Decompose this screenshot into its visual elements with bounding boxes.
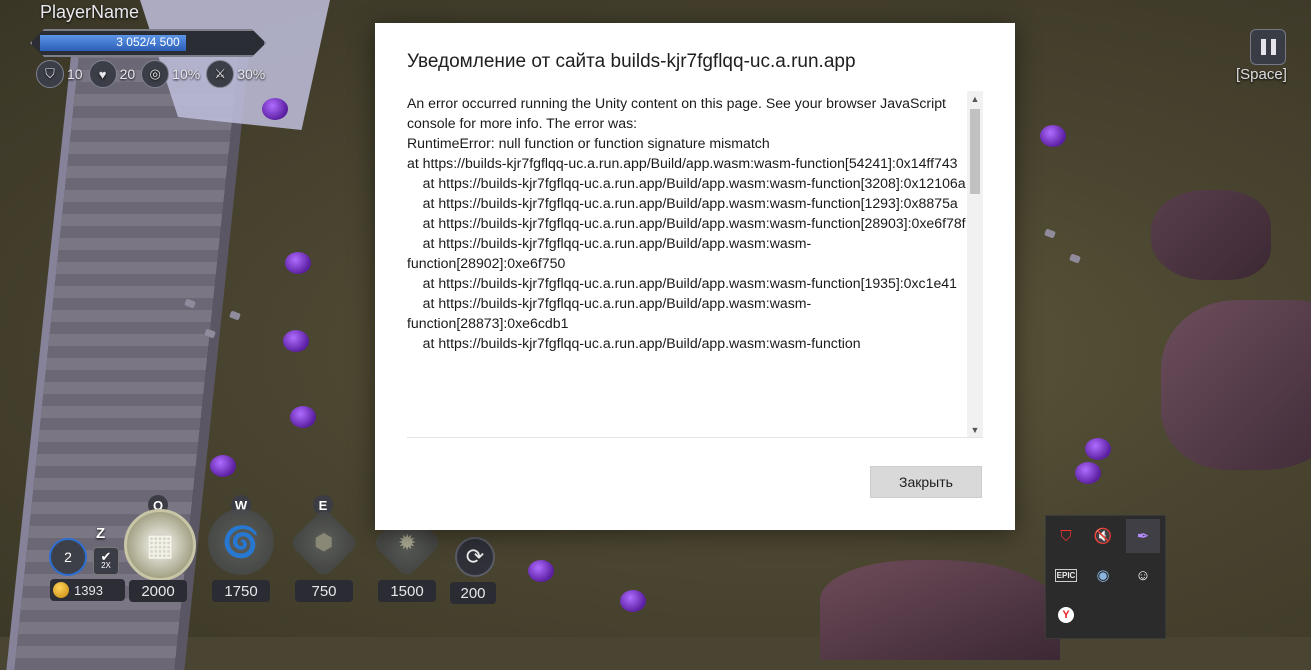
system-tray-overflow: ⛉ 🔇 ✒ EPIC ◉ ☺ Y — [1045, 515, 1166, 639]
dialog-message: An error occurred running the Unity cont… — [407, 95, 966, 351]
heart-icon: ♥ — [88, 60, 117, 88]
purple-bush — [1085, 438, 1111, 460]
feather-app-icon[interactable]: ✒ — [1126, 519, 1160, 553]
purple-bush — [528, 560, 554, 582]
purple-bush — [1040, 125, 1066, 147]
rock — [820, 560, 1060, 660]
health-bar: 3 052/4 500 — [30, 29, 266, 57]
stat-damage: ⚔ 30% — [206, 60, 265, 88]
volume-muted-icon[interactable]: 🔇 — [1086, 519, 1120, 553]
stat-value: 10 — [67, 66, 83, 82]
scroll-down-icon[interactable]: ▼ — [967, 422, 983, 438]
refresh-icon: ⟳ — [465, 544, 485, 569]
crossed-swords-icon: ⚔ — [206, 60, 235, 88]
skill-cost: 1750 — [212, 580, 270, 602]
brick-wall-icon: ▦ — [145, 528, 175, 562]
gold-counter: 1393 — [50, 579, 125, 601]
purple-bush — [285, 252, 311, 274]
purple-bush — [290, 406, 316, 428]
discord-icon[interactable]: ☺ — [1126, 558, 1160, 592]
scroll-up-icon[interactable]: ▲ — [967, 91, 983, 107]
player-name: PlayerName — [40, 2, 140, 22]
bomb-icon: ✹ — [397, 530, 417, 555]
pause-icon — [1260, 39, 1266, 55]
antivirus-icon[interactable]: ⛉ — [1049, 519, 1083, 553]
speed-hotkey: Z — [96, 525, 106, 542]
pebble — [1069, 253, 1081, 264]
steam-icon[interactable]: ◉ — [1086, 558, 1120, 592]
pause-icon-bar — [1270, 39, 1276, 55]
close-button[interactable]: Закрыть — [870, 466, 982, 498]
stat-armor: ⛉ 10 — [36, 60, 83, 88]
stone-wall — [6, 30, 252, 670]
pebble — [1044, 228, 1056, 239]
skill-wall-button[interactable]: ▦ — [124, 509, 196, 581]
yandex-browser-icon[interactable]: Y — [1049, 598, 1083, 632]
skill-cost: 2000 — [129, 580, 187, 602]
site-alert-dialog: Уведомление от сайта builds-kjr7fgflqq-u… — [375, 23, 1015, 530]
reroll-button[interactable]: ⟳ — [455, 537, 495, 577]
message-scrollbar[interactable]: ▲ ▼ — [967, 91, 983, 438]
purple-bush — [210, 455, 236, 477]
rock — [1161, 300, 1311, 470]
pause-button[interactable] — [1250, 29, 1286, 65]
pebble — [229, 310, 241, 321]
purple-bush — [1075, 462, 1101, 484]
skill-cost: 750 — [295, 580, 353, 602]
stat-regen: ♥ 20 — [88, 60, 136, 88]
tower-icon: ⬢ — [314, 530, 334, 555]
stat-value: 30% — [237, 66, 266, 82]
checkmark-icon: ✔ — [100, 549, 112, 564]
wave-counter: 2 — [49, 538, 87, 576]
gold-value: 1393 — [74, 582, 103, 598]
dialog-title: Уведомление от сайта builds-kjr7fgflqq-u… — [407, 51, 856, 72]
divider — [407, 437, 983, 438]
health-text: 3 052/4 500 — [116, 35, 180, 49]
skill-vortex-button[interactable]: 🌀 — [208, 509, 274, 575]
shield-icon: ⛉ — [36, 60, 64, 88]
coin-icon — [53, 582, 69, 598]
pause-hotkey-hint: [Space] — [1236, 66, 1287, 83]
scrollbar-thumb[interactable] — [970, 109, 980, 194]
vortex-icon: 🌀 — [222, 525, 260, 559]
reroll-cost: 200 — [450, 582, 496, 604]
epic-games-icon[interactable]: EPIC — [1049, 558, 1083, 592]
target-icon: ◎ — [141, 60, 170, 88]
stat-value: 20 — [119, 66, 136, 82]
player-stats: ⛉ 10 ♥ 20 ◎ 10% ⚔ 30% — [36, 60, 265, 88]
speed-toggle-button[interactable]: ✔ 2X — [93, 547, 119, 575]
purple-bush — [262, 98, 288, 120]
purple-bush — [283, 330, 309, 352]
dialog-message-area[interactable]: An error occurred running the Unity cont… — [407, 93, 982, 438]
stat-crit: ◎ 10% — [141, 60, 200, 88]
skill-cost: 1500 — [378, 580, 436, 602]
speed-label: 2X — [101, 561, 111, 570]
stat-value: 10% — [172, 66, 201, 82]
rock — [1151, 190, 1271, 280]
purple-bush — [620, 590, 646, 612]
